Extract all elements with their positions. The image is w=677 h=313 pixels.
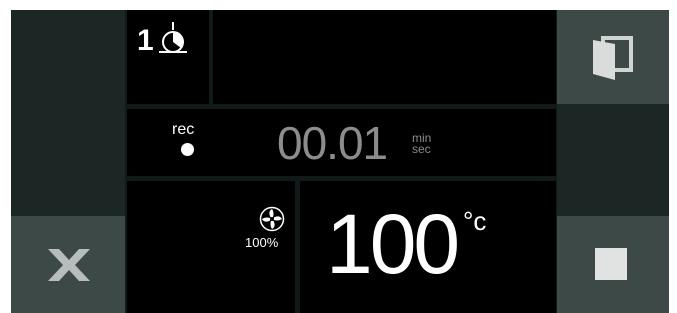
- timer-units: min sec: [412, 132, 431, 156]
- cancel-button[interactable]: [11, 216, 125, 313]
- temperature-value: 100: [326, 197, 460, 291]
- left-upper-panel: [11, 10, 125, 216]
- step-panel[interactable]: 1: [127, 10, 209, 104]
- fan-percent: 100%: [245, 235, 279, 250]
- door-icon: [593, 36, 633, 80]
- right-middle-panel: [557, 104, 669, 216]
- stop-button[interactable]: [557, 216, 669, 313]
- info-panel: [213, 10, 556, 104]
- step-timer-icon: [159, 22, 187, 53]
- door-button[interactable]: [557, 10, 669, 104]
- rec-indicator-icon: [181, 143, 194, 156]
- step-number: 1: [137, 24, 154, 57]
- timer-panel[interactable]: rec 00.01 min sec: [127, 109, 556, 176]
- rec-label: rec: [172, 121, 195, 138]
- timer-unit-sec: sec: [412, 142, 431, 156]
- timer-value: 00.01: [277, 117, 388, 169]
- fan-panel[interactable]: 100%: [127, 181, 295, 313]
- stop-icon: [595, 248, 627, 280]
- temperature-unit: °c: [463, 206, 487, 236]
- oven-control-screen: 1 rec 00.01 min sec 100% 100 °c: [11, 10, 669, 313]
- temperature-panel[interactable]: 100 °c: [300, 181, 556, 313]
- close-x-icon: [48, 249, 90, 281]
- fan-icon: [259, 206, 285, 232]
